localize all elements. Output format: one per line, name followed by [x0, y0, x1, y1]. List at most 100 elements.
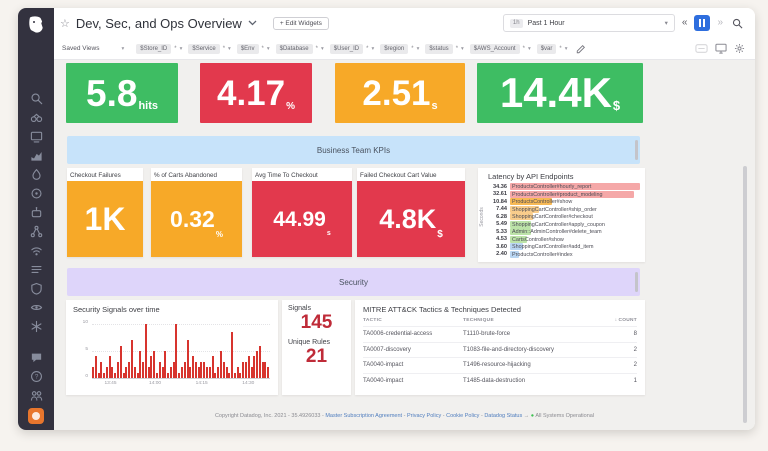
- chevron-down-icon[interactable]: [248, 20, 257, 26]
- group-banner-security[interactable]: Security: [67, 268, 640, 296]
- keyboard-icon[interactable]: [695, 44, 708, 53]
- toplist-row[interactable]: 3.60ShoppingCartController#add_item: [488, 243, 640, 251]
- search-icon[interactable]: [30, 92, 43, 105]
- template-variable-env[interactable]: $Env: [237, 44, 259, 54]
- template-variable-store_id[interactable]: $Store_ID: [136, 44, 171, 54]
- template-variable-value[interactable]: *: [366, 46, 368, 52]
- toplist-row[interactable]: 32.61ProductsController#product_modeling: [488, 191, 640, 199]
- template-variable-user_id[interactable]: $User_ID: [330, 44, 363, 54]
- toplist-row[interactable]: 4.53CartsController#show: [488, 236, 640, 244]
- toplist-row[interactable]: 5.49ShoppingCartController#apply_coupon: [488, 221, 640, 229]
- service-map-icon[interactable]: [30, 225, 43, 238]
- kpi-widget[interactable]: % of Carts Abandoned0.32%: [151, 168, 242, 257]
- metrics-icon[interactable]: [30, 149, 43, 162]
- table-row[interactable]: TA0006-credential-accessT1110-brute-forc…: [363, 326, 637, 342]
- help-icon[interactable]: ?: [30, 370, 43, 383]
- dashboard-canvas: 5.8hits 4.17% 2.51s14.4K$ Business Team KP…: [54, 60, 755, 430]
- integrations-icon[interactable]: [30, 187, 43, 200]
- synthetics-icon[interactable]: [30, 206, 43, 219]
- footer-link[interactable]: Datadog Status: [484, 413, 522, 419]
- latency-toplist-widget[interactable]: Latency by API Endpoints Seconds 34.36Pr…: [478, 168, 645, 262]
- footer-link[interactable]: Privacy Policy: [407, 413, 441, 419]
- pause-button[interactable]: [694, 15, 710, 31]
- y-tick: 5: [72, 347, 88, 352]
- mitre-table-widget[interactable]: MITRE ATT&CK Tactics & Techniques Detect…: [355, 300, 645, 395]
- toplist-row[interactable]: 5.33Admin::AdminController#delete_team: [488, 228, 640, 236]
- chevron-down-icon[interactable]: ▾: [417, 46, 420, 52]
- widget-title: MITRE ATT&CK Tactics & Techniques Detect…: [363, 305, 637, 314]
- kpi-widget[interactable]: Checkout Failures1K: [67, 168, 143, 257]
- kpi-widget[interactable]: 4.17%: [200, 63, 312, 123]
- kpi-value: 0.32: [170, 208, 215, 231]
- kpi-widget[interactable]: Failed Checkout Cart Value4.8K$: [357, 168, 465, 257]
- table-row[interactable]: TA0040-impactT1496-resource-hijacking2: [363, 357, 637, 373]
- time-backward-button[interactable]: «: [682, 18, 688, 28]
- rum-icon[interactable]: [30, 301, 43, 314]
- saved-views-dropdown[interactable]: Saved Views: [62, 45, 99, 52]
- apm-icon[interactable]: [30, 168, 43, 181]
- column-header-count[interactable]: ↓COUNT: [603, 318, 637, 323]
- template-variable-value[interactable]: *: [456, 46, 458, 52]
- template-variable-value[interactable]: *: [223, 46, 225, 52]
- template-variable-service[interactable]: $Service: [188, 44, 219, 54]
- footer-link[interactable]: Cookie Policy: [446, 413, 479, 419]
- datadog-logo[interactable]: [25, 14, 47, 36]
- template-variable-var[interactable]: $var: [537, 44, 557, 54]
- template-variable-value[interactable]: *: [262, 46, 264, 52]
- chart-bar: [131, 340, 133, 378]
- template-variable-aws_account[interactable]: $AWS_Account: [470, 44, 520, 54]
- signals-count-widget[interactable]: Signals 145 Unique Rules 21: [282, 300, 351, 395]
- network-icon[interactable]: [30, 244, 43, 257]
- template-variable-value[interactable]: *: [316, 46, 318, 52]
- footer-link[interactable]: Master Subscription Agreement: [325, 413, 402, 419]
- time-forward-button[interactable]: »: [717, 18, 723, 28]
- chevron-down-icon[interactable]: ▾: [267, 46, 270, 52]
- chevron-down-icon[interactable]: ▾: [228, 46, 231, 52]
- kpi-widget[interactable]: 2.51s: [335, 63, 465, 123]
- edit-pencil-icon[interactable]: [576, 44, 586, 54]
- vertical-scrollbar[interactable]: [743, 166, 747, 423]
- settings-icon[interactable]: [30, 320, 43, 333]
- group-banner-business[interactable]: Business Team KPIs: [67, 136, 640, 164]
- toplist-row[interactable]: 6.28ShoppingCartController#checkout: [488, 213, 640, 221]
- template-variable-database[interactable]: $Database: [276, 44, 313, 54]
- security-signals-chart-widget[interactable]: Security Signals over time 10 5 0 13:45 …: [66, 300, 278, 395]
- template-variable-value[interactable]: *: [523, 46, 525, 52]
- toplist-row[interactable]: 7.44ShoppingCartController#ship_order: [488, 206, 640, 214]
- template-variable-value[interactable]: *: [174, 46, 176, 52]
- table-row[interactable]: TA0040-impactT1485-data-destruction1: [363, 373, 637, 389]
- tv-mode-icon[interactable]: [715, 43, 727, 54]
- column-header-technique[interactable]: TECHNIQUE: [463, 318, 603, 323]
- toplist-row[interactable]: 34.36ProductsController#hourly_report: [488, 183, 640, 191]
- chevron-down-icon[interactable]: ▾: [371, 46, 374, 52]
- chevron-down-icon[interactable]: ▾: [321, 46, 324, 52]
- favorite-star-icon[interactable]: ☆: [60, 17, 70, 30]
- template-variable-value[interactable]: *: [559, 46, 561, 52]
- dashboards-icon[interactable]: [30, 130, 43, 143]
- chevron-down-icon[interactable]: ▾: [528, 46, 531, 52]
- edit-widgets-button[interactable]: + Edit Widgets: [273, 17, 329, 30]
- template-variable-value[interactable]: *: [411, 46, 413, 52]
- org-icon[interactable]: [30, 389, 43, 402]
- chevron-down-icon[interactable]: ▾: [121, 46, 124, 52]
- search-icon[interactable]: [732, 18, 743, 29]
- security-icon[interactable]: [30, 282, 43, 295]
- template-variable-status[interactable]: $status: [425, 44, 452, 54]
- toplist-row[interactable]: 2.40ProductsController#index: [488, 251, 640, 259]
- chevron-down-icon[interactable]: ▾: [461, 46, 464, 52]
- column-header-tactic[interactable]: TACTIC: [363, 318, 463, 323]
- kpi-widget[interactable]: 14.4K$: [477, 63, 643, 123]
- kpi-widget[interactable]: 5.8hits: [66, 63, 178, 123]
- logs-icon[interactable]: [30, 263, 43, 276]
- user-avatar[interactable]: [28, 408, 44, 424]
- table-row[interactable]: TA0007-discoveryT1083-file-and-directory…: [363, 342, 637, 358]
- watchdog-icon[interactable]: [30, 111, 43, 124]
- gear-icon[interactable]: [734, 43, 745, 54]
- chevron-down-icon[interactable]: ▾: [180, 46, 183, 52]
- toplist-row[interactable]: 10.84ProductsController#show: [488, 198, 640, 206]
- template-variable-region[interactable]: $region: [380, 44, 408, 54]
- time-range-picker[interactable]: 1h Past 1 Hour ▾: [503, 14, 675, 32]
- chat-icon[interactable]: [30, 351, 43, 364]
- chevron-down-icon[interactable]: ▾: [565, 46, 568, 52]
- kpi-widget[interactable]: Avg Time To Checkout44.99s: [252, 168, 352, 257]
